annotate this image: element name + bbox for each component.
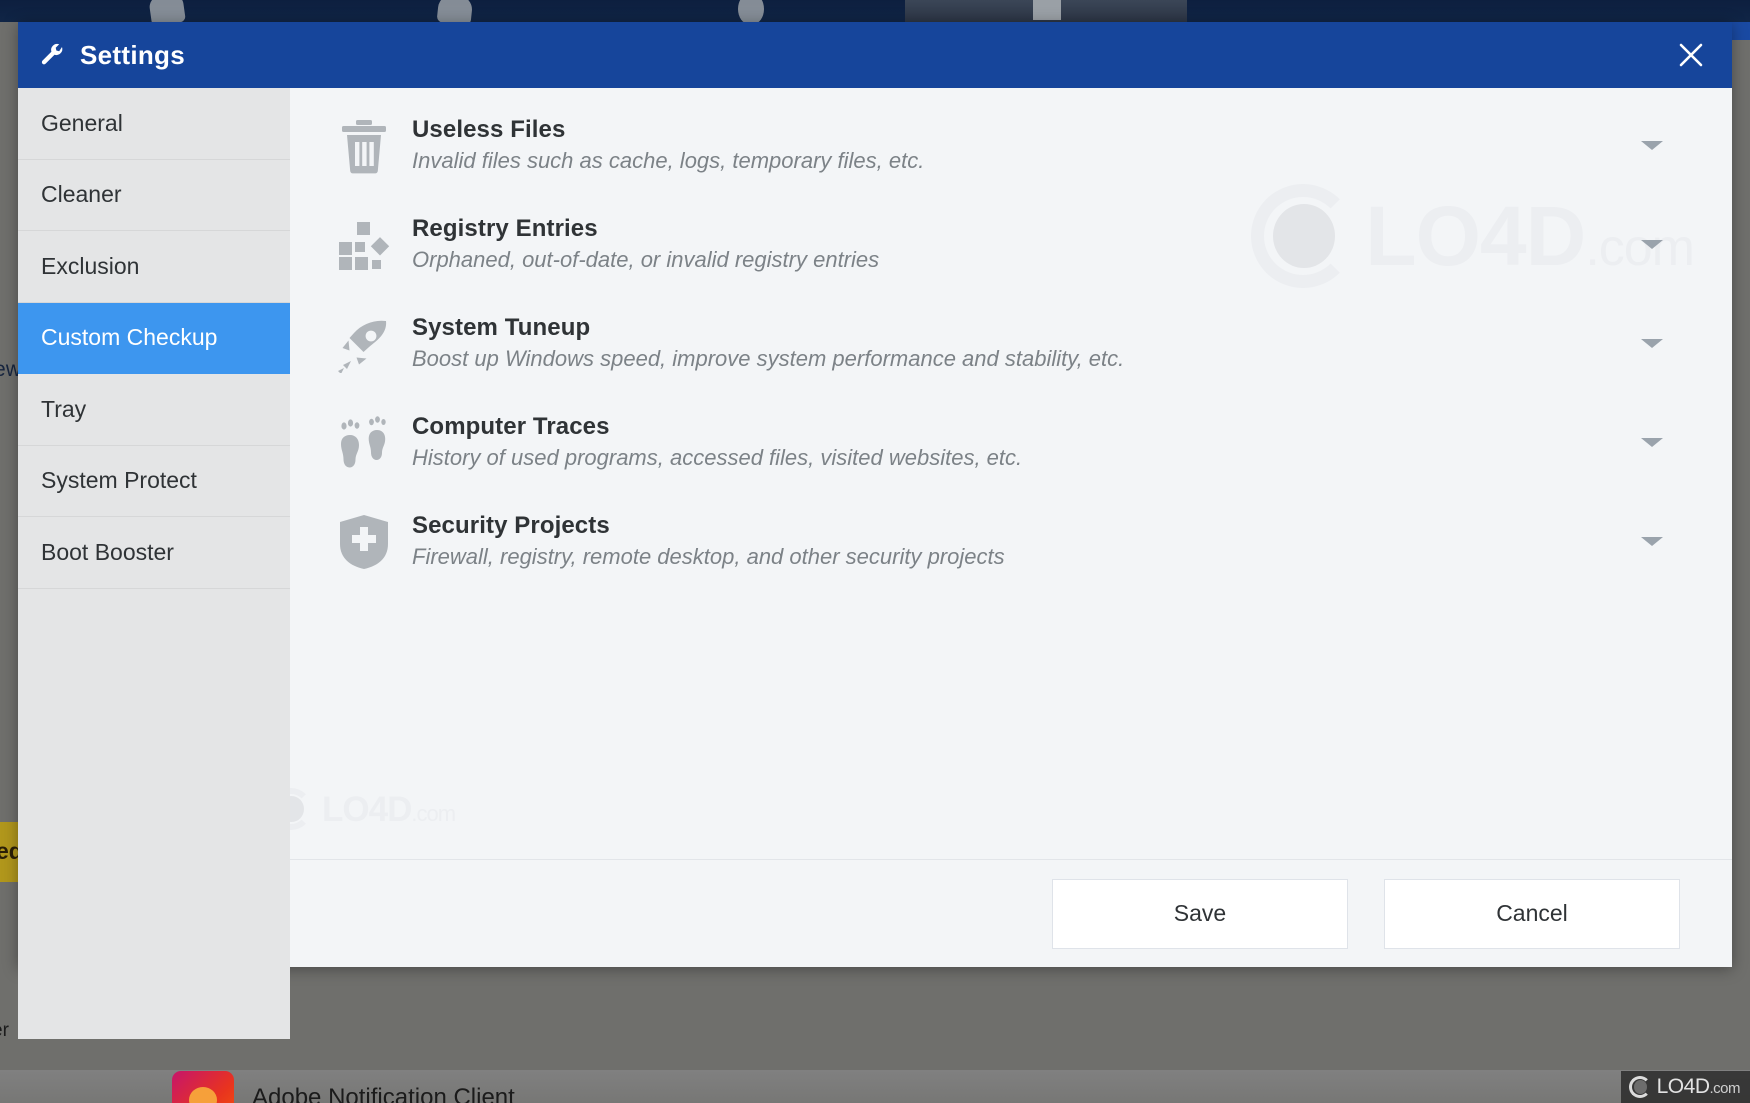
sidebar-item-custom-checkup[interactable]: Custom Checkup (18, 302, 290, 374)
feature-text: Computer Traces History of used programs… (402, 412, 1632, 473)
dialog-body: General Cleaner Exclusion Custom Checkup… (18, 88, 1732, 1039)
sidebar-item-label: Boot Booster (41, 538, 174, 565)
lo4d-logo-icon (1628, 1076, 1651, 1098)
close-icon (1679, 43, 1703, 67)
save-button[interactable]: Save (1052, 878, 1348, 949)
sidebar-item-label: General (41, 109, 123, 136)
feature-description: Firewall, registry, remote desktop, and … (412, 544, 1005, 570)
footprints-icon (326, 411, 402, 475)
screen: ew ed er Adobe Notification Client Setti… (0, 0, 1750, 1103)
feature-text: System Tuneup Boost up Windows speed, im… (402, 313, 1632, 374)
cancel-button[interactable]: Cancel (1384, 878, 1680, 949)
feature-description: Invalid files such as cache, logs, tempo… (412, 148, 925, 174)
feature-row[interactable]: Security Projects Firewall, registry, re… (290, 492, 1732, 591)
feature-title: Security Projects (412, 512, 610, 540)
chevron-down-icon[interactable] (1632, 141, 1672, 150)
feature-title: Computer Traces (412, 413, 610, 441)
sidebar-item-general[interactable]: General (18, 88, 290, 160)
background-toolbar-active-tile (905, 0, 1187, 22)
settings-content: LO4D.com LO4D.com Useless Files Invalid … (290, 88, 1732, 967)
background-toolbar-icon-3 (738, 0, 764, 24)
wrench-icon (41, 43, 63, 65)
feature-row[interactable]: Computer Traces History of used programs… (290, 393, 1732, 492)
feature-title: Registry Entries (412, 215, 598, 243)
feature-row[interactable]: Useless Files Invalid files such as cach… (290, 96, 1732, 195)
sidebar-item-label: System Protect (41, 467, 197, 494)
feature-row[interactable]: System Tuneup Boost up Windows speed, im… (290, 294, 1732, 393)
lo4d-watermark-small: LO4D.com (290, 788, 456, 830)
sidebar-item-boot-booster[interactable]: Boot Booster (18, 517, 290, 589)
feature-text: Useless Files Invalid files such as cach… (402, 115, 1632, 176)
chevron-down-icon[interactable] (1632, 438, 1672, 447)
feature-description: Orphaned, out-of-date, or invalid regist… (412, 247, 880, 273)
sidebar-item-label: Custom Checkup (41, 324, 218, 351)
feature-text: Security Projects Firewall, registry, re… (402, 511, 1632, 572)
background-left-word-fragment: er (0, 1020, 9, 1041)
sidebar-item-label: Cleaner (41, 181, 122, 208)
lo4d-logo-icon (290, 788, 312, 830)
rocket-icon (326, 312, 402, 376)
dialog-title: Settings (80, 39, 185, 70)
sidebar-filler (18, 588, 290, 1039)
close-button[interactable] (1672, 36, 1710, 74)
sidebar-item-exclusion[interactable]: Exclusion (18, 231, 290, 303)
feature-title: Useless Files (412, 116, 566, 144)
shield-plus-icon (326, 510, 402, 574)
chevron-down-icon[interactable] (1632, 537, 1672, 546)
sidebar-item-label: Tray (41, 395, 87, 422)
sidebar-item-system-protect[interactable]: System Protect (18, 446, 290, 517)
sidebar-item-tray[interactable]: Tray (18, 374, 290, 446)
chevron-down-icon[interactable] (1632, 240, 1672, 249)
background-toolbar-icon-4 (1033, 0, 1061, 20)
feature-description: Boost up Windows speed, improve system p… (412, 346, 1125, 372)
trash-icon (326, 114, 402, 178)
background-toolbar (0, 0, 1750, 27)
feature-description: History of used programs, accessed files… (412, 445, 1023, 471)
custom-checkup-feature-list: Useless Files Invalid files such as cach… (290, 88, 1732, 591)
feature-text: Registry Entries Orphaned, out-of-date, … (402, 214, 1632, 275)
sidebar-item-cleaner[interactable]: Cleaner (18, 160, 290, 231)
sidebar-item-label: Exclusion (41, 252, 140, 279)
settings-sidebar: General Cleaner Exclusion Custom Checkup… (18, 88, 290, 1039)
settings-dialog: Settings General Cleaner Exclusion Custo… (18, 22, 1732, 1039)
chevron-down-icon[interactable] (1632, 339, 1672, 348)
taskbar-app-label: Adobe Notification Client (252, 1084, 515, 1103)
feature-row[interactable]: Registry Entries Orphaned, out-of-date, … (290, 195, 1732, 294)
dialog-titlebar: Settings (18, 22, 1732, 88)
background-taskbar-row: Adobe Notification Client (0, 1070, 1750, 1103)
adobe-app-icon[interactable] (172, 1071, 234, 1103)
lo4d-badge-text: LO4D.com (1656, 1075, 1741, 1098)
feature-title: System Tuneup (412, 314, 591, 342)
lo4d-watermark-text: LO4D.com (322, 789, 456, 829)
registry-blocks-icon (326, 213, 402, 277)
lo4d-badge: LO4D.com (1620, 1071, 1750, 1103)
dialog-footer: Save Cancel (290, 859, 1732, 967)
